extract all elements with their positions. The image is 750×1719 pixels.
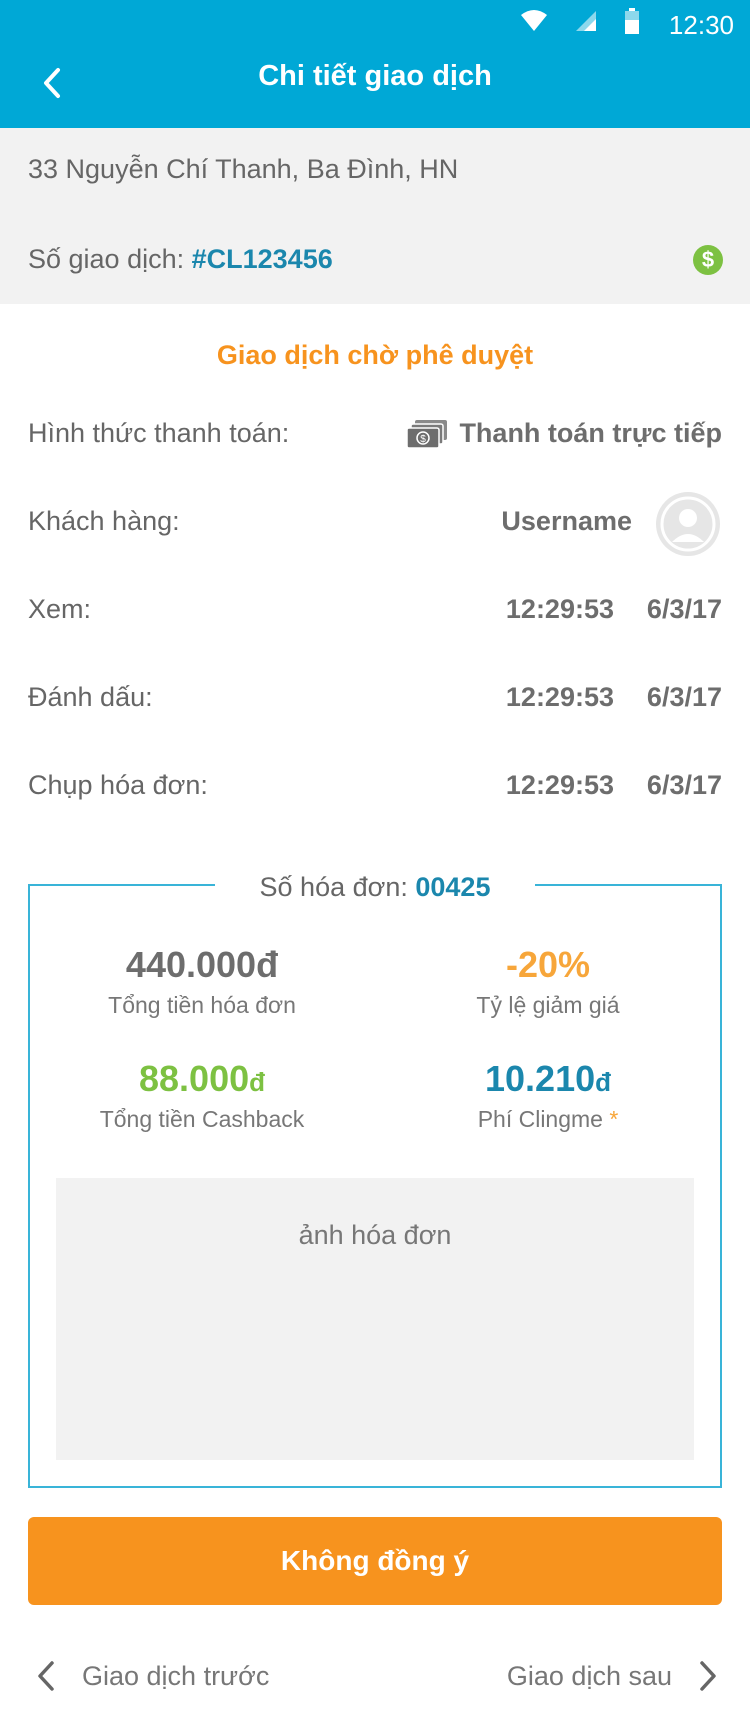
battery-icon xyxy=(625,8,639,34)
chevron-right-icon xyxy=(700,1661,716,1691)
previous-transaction-link[interactable]: Giao dịch trước xyxy=(36,1660,269,1692)
discount-rate-label: Tỷ lệ giảm giá xyxy=(476,992,620,1018)
mark-date: 6/3/17 xyxy=(646,682,722,712)
signal-icon xyxy=(576,11,596,31)
invoice-total: 440.000đ xyxy=(52,944,352,986)
store-address: 33 Nguyễn Chí Thanh, Ba Đình, HN xyxy=(28,154,459,184)
cashback-total-value: 88.000 xyxy=(139,1058,250,1099)
clingme-fee-value: 10.210 xyxy=(485,1058,596,1099)
view-time: 12:29:53 xyxy=(505,594,614,624)
invoice-number-label: Số hóa đơn: xyxy=(259,872,408,902)
customer-label: Khách hàng: xyxy=(28,506,180,536)
view-label: Xem: xyxy=(28,594,92,624)
chevron-left-icon xyxy=(38,1661,54,1691)
invoice-photo-time: 12:29:53 xyxy=(505,770,614,800)
payment-method-label: Hình thức thanh toán: xyxy=(28,418,290,448)
wifi-icon xyxy=(521,10,547,31)
cash-icon: $ xyxy=(407,420,447,449)
clingme-fee-unit: đ xyxy=(595,1067,611,1097)
invoice-total-unit: đ xyxy=(256,944,279,985)
invoice-number-row: Số hóa đơn: 00425 xyxy=(215,872,535,903)
status-time: 12:30 xyxy=(668,10,734,40)
payment-method-value: Thanh toán trực tiếp xyxy=(459,418,722,448)
next-transaction-link[interactable]: Giao dịch sau xyxy=(507,1660,718,1692)
invoice-total-label: Tổng tiền hóa đơn xyxy=(108,992,296,1018)
transaction-number-value: #CL123456 xyxy=(191,244,333,274)
invoice-photo-label: Chụp hóa đơn: xyxy=(28,770,208,800)
svg-text:$: $ xyxy=(420,434,426,445)
invoice-number-value: 00425 xyxy=(415,872,491,902)
transaction-status: Giao dịch chờ phê duyệt xyxy=(216,340,534,370)
invoice-photo-placeholder: ảnh hóa đơn xyxy=(298,1220,452,1250)
transaction-number-label: Số giao dịch: xyxy=(28,244,185,274)
customer-name: Username xyxy=(501,506,632,536)
clingme-fee-row: Phí Clingme * xyxy=(398,1106,698,1133)
reject-button[interactable]: Không đồng ý xyxy=(28,1517,722,1605)
dollar-icon: $ xyxy=(693,245,723,275)
cashback-total: 88.000đ xyxy=(52,1058,352,1100)
clingme-fee: 10.210đ xyxy=(398,1058,698,1100)
page-title: Chi tiết giao dịch xyxy=(258,60,492,92)
cashback-total-unit: đ xyxy=(249,1067,265,1097)
avatar[interactable] xyxy=(656,492,720,556)
transaction-number-row: Số giao dịch: #CL123456 xyxy=(28,244,333,275)
clingme-fee-asterisk: * xyxy=(609,1106,619,1132)
discount-rate-value: -20% xyxy=(505,944,591,985)
invoice-photo-date: 6/3/17 xyxy=(646,770,722,800)
previous-transaction-label: Giao dịch trước xyxy=(82,1660,270,1691)
mark-time: 12:29:53 xyxy=(505,682,614,712)
next-transaction-label: Giao dịch sau xyxy=(506,1660,672,1691)
user-icon xyxy=(660,496,716,552)
view-date: 6/3/17 xyxy=(646,594,722,624)
invoice-total-value: 440.000 xyxy=(125,944,257,985)
clingme-fee-label: Phí Clingme xyxy=(477,1106,603,1132)
status-icons xyxy=(520,8,640,34)
mark-label: Đánh dấu: xyxy=(28,682,153,712)
cashback-total-label: Tổng tiền Cashback xyxy=(99,1106,305,1132)
